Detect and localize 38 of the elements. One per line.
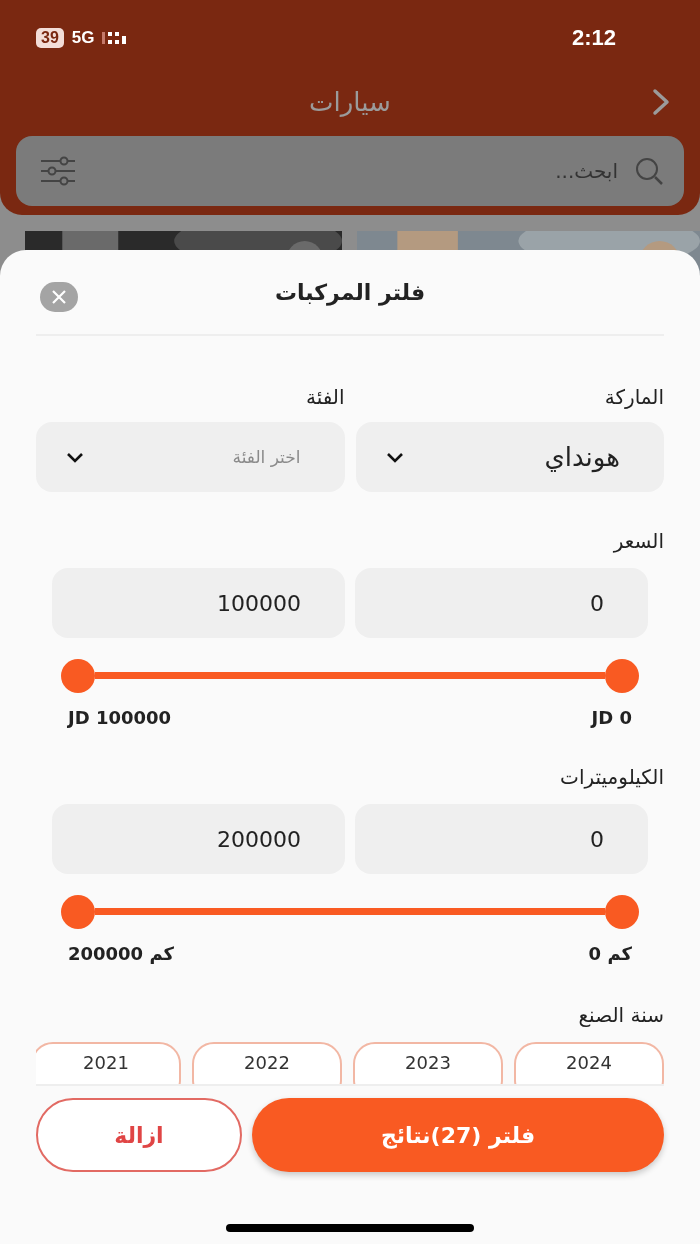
slider-handle[interactable] xyxy=(61,659,95,693)
year-chip[interactable]: 2022 xyxy=(192,1042,342,1084)
field-label: الماركة xyxy=(603,384,664,410)
clock: 2:12 xyxy=(571,25,616,51)
max-reading: JD 100000 xyxy=(68,707,172,728)
year-chip[interactable]: 2021 xyxy=(36,1042,181,1084)
sheet-title: فلتر المركبات xyxy=(274,279,426,305)
min-reading: JD 0 xyxy=(591,707,632,728)
min-reading: 0 كم xyxy=(588,943,632,964)
section-label: السعر xyxy=(613,529,664,553)
slider-handle[interactable] xyxy=(605,895,639,929)
search-icon xyxy=(634,156,664,186)
chevron-icon[interactable] xyxy=(652,88,670,116)
search-field[interactable]: ابحث... xyxy=(16,136,684,206)
min-value-field[interactable]: 0 xyxy=(355,804,648,874)
close-icon xyxy=(52,290,66,304)
slider-handle[interactable] xyxy=(61,895,95,929)
close-button[interactable] xyxy=(40,282,78,312)
chevron-down-icon xyxy=(385,451,404,463)
slider-handle[interactable] xyxy=(605,659,639,693)
year-chip[interactable]: 2024 xyxy=(514,1042,664,1084)
max-reading: 200000 كم xyxy=(68,943,174,964)
field-label: الفئة xyxy=(304,384,345,410)
section-label: الكيلوميترات xyxy=(560,765,664,789)
search-field[interactable]: ابحث... xyxy=(90,158,620,184)
min-value-field[interactable]: 0 xyxy=(355,568,648,638)
network-label: 5G xyxy=(71,28,95,48)
section-label: سنة الصنع xyxy=(578,1003,664,1027)
signal-icon xyxy=(102,30,127,46)
chevron-down-icon xyxy=(66,451,84,463)
year-chip[interactable]: 2023 xyxy=(353,1042,503,1084)
sliders-icon[interactable] xyxy=(40,156,76,186)
dropdown[interactable]: هونداي xyxy=(355,422,664,492)
battery-level: 39 xyxy=(36,28,64,48)
max-value-field[interactable]: 200000 xyxy=(52,804,345,874)
max-value-field[interactable]: 100000 xyxy=(52,568,345,638)
screen-title: سيارات xyxy=(309,87,391,117)
clear-button[interactable]: ازالة xyxy=(36,1098,242,1172)
